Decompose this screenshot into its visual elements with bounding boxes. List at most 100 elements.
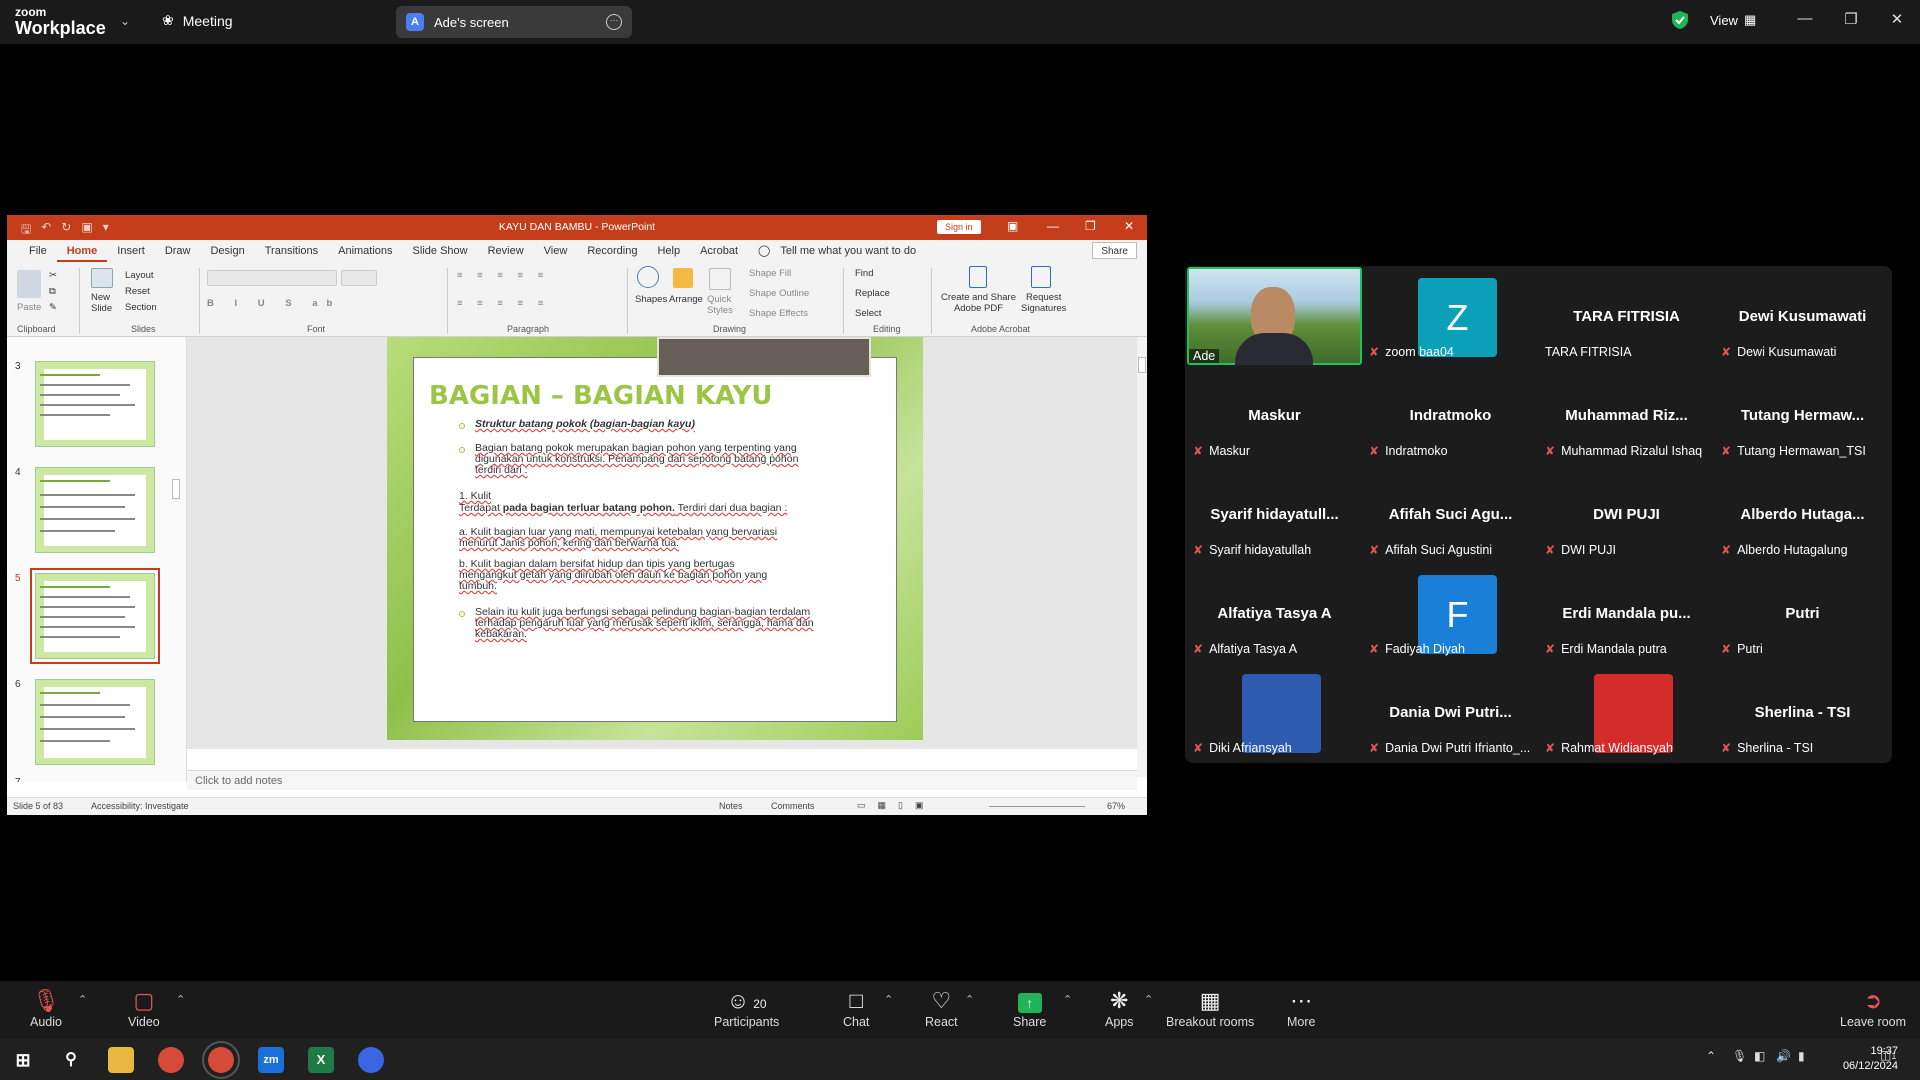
- participant-tile[interactable]: Muhammad Riz... ✘ Muhammad Rizalul Ishaq: [1539, 366, 1714, 464]
- notification-icon[interactable]: ◫1: [1880, 1048, 1896, 1062]
- share-caret-icon[interactable]: ⌃: [1063, 993, 1072, 1006]
- tab-design[interactable]: Design: [200, 240, 254, 262]
- chat-button[interactable]: □ Chat: [843, 987, 869, 1029]
- participant-tile[interactable]: ✘ Rahmat Widiansyah: [1539, 663, 1714, 761]
- chrome-icon[interactable]: [158, 1047, 184, 1073]
- zoom-app-icon[interactable]: zm: [258, 1047, 284, 1073]
- audio-caret-icon[interactable]: ⌃: [78, 993, 87, 1006]
- slide-thumbnail[interactable]: [35, 679, 155, 765]
- participant-tile[interactable]: Alfatiya Tasya A ✘ Alfatiya Tasya A: [1187, 564, 1362, 662]
- font-name-box[interactable]: [207, 270, 337, 286]
- participant-tile[interactable]: Erdi Mandala pu... ✘ Erdi Mandala putra: [1539, 564, 1714, 662]
- tab-help[interactable]: Help: [647, 240, 690, 262]
- participant-tile[interactable]: Putri ✘ Putri: [1715, 564, 1890, 662]
- paste-label[interactable]: Paste: [17, 302, 41, 313]
- tray-chevron-icon[interactable]: ⌃: [1706, 1049, 1716, 1063]
- participant-tile[interactable]: Afifah Suci Agu... ✘ Afifah Suci Agustini: [1363, 465, 1538, 563]
- search-icon[interactable]: ⚲: [58, 1047, 84, 1073]
- tab-transitions[interactable]: Transitions: [255, 240, 328, 262]
- create-share-pdf-button[interactable]: Create and Share Adobe PDF: [941, 292, 1016, 314]
- slide-thumbnail-selected[interactable]: [30, 568, 160, 664]
- audio-button[interactable]: 🎙 Audio: [30, 987, 62, 1029]
- ppt-close-icon[interactable]: ✕: [1124, 219, 1134, 233]
- chat-caret-icon[interactable]: ⌃: [884, 993, 893, 1006]
- new-slide-button[interactable]: New Slide: [91, 292, 112, 314]
- participants-button[interactable]: ☺ 20 Participants: [714, 987, 779, 1029]
- zoom-slider[interactable]: [989, 806, 1085, 807]
- font-format-icons[interactable]: B I U S ab: [207, 298, 341, 309]
- zoom-logo[interactable]: zoom Workplace: [15, 6, 106, 37]
- more-options-icon[interactable]: ⋯: [606, 14, 622, 30]
- new-slide-icon[interactable]: [91, 268, 113, 288]
- select-button[interactable]: Select: [855, 308, 881, 319]
- shapes-button[interactable]: Shapes: [635, 294, 667, 305]
- slide-scrollbar[interactable]: [1137, 337, 1147, 777]
- tab-view[interactable]: View: [534, 240, 578, 262]
- participant-tile[interactable]: Sherlina - TSI ✘ Sherlina - TSI: [1715, 663, 1890, 761]
- participant-tile[interactable]: DWI PUJI ✘ DWI PUJI: [1539, 465, 1714, 563]
- participant-tile[interactable]: TARA FITRISIA TARA FITRISIA: [1539, 267, 1714, 365]
- sign-in-button[interactable]: Sign in: [937, 220, 981, 234]
- react-caret-icon[interactable]: ⌃: [965, 993, 974, 1006]
- video-button[interactable]: ▢ Video: [128, 987, 160, 1029]
- current-slide[interactable]: BAGIAN – BAGIAN KAYU Struktur batang pok…: [387, 337, 923, 740]
- thumbnail-scrollbar[interactable]: [171, 465, 181, 782]
- participant-tile[interactable]: Ade: [1187, 267, 1362, 365]
- comments-button[interactable]: Comments: [771, 801, 815, 811]
- tab-recording[interactable]: Recording: [577, 240, 647, 262]
- tab-file[interactable]: File: [19, 240, 57, 262]
- share-button[interactable]: ↑ Share: [1013, 987, 1046, 1029]
- video-caret-icon[interactable]: ⌃: [176, 993, 185, 1006]
- paste-icon[interactable]: [17, 270, 41, 298]
- apps-caret-icon[interactable]: ⌃: [1144, 993, 1153, 1006]
- zoom-percent[interactable]: 67%: [1107, 801, 1125, 811]
- quick-styles-icon[interactable]: [709, 268, 731, 290]
- tab-acrobat[interactable]: Acrobat: [690, 240, 748, 262]
- participant-tile[interactable]: ✘ Diki Afriansyah: [1187, 663, 1362, 761]
- view-mode-icons[interactable]: ▭▦▯▣: [857, 800, 935, 811]
- restore-icon[interactable]: ❐: [1836, 10, 1866, 28]
- tab-review[interactable]: Review: [478, 240, 534, 262]
- chrome-active-icon[interactable]: [202, 1041, 240, 1079]
- participant-tile[interactable]: Z ✘ zoom baa04: [1363, 267, 1538, 365]
- ppt-share-button[interactable]: Share: [1092, 242, 1137, 259]
- participant-tile[interactable]: F ✘ Fadiyah Diyah: [1363, 564, 1538, 662]
- tab-animations[interactable]: Animations: [328, 240, 402, 262]
- shapes-icon[interactable]: [637, 266, 659, 288]
- react-button[interactable]: ♡ React: [925, 987, 958, 1029]
- slide-thumbnail[interactable]: [35, 361, 155, 447]
- cut-icon[interactable]: ✂: [49, 270, 57, 281]
- signature-icon[interactable]: [1031, 266, 1051, 288]
- shape-outline-button[interactable]: Shape Outline: [749, 288, 809, 299]
- security-shield-icon[interactable]: [1672, 11, 1688, 29]
- accessibility-status[interactable]: Accessibility: Investigate: [91, 801, 189, 811]
- app-icon[interactable]: [358, 1047, 384, 1073]
- layout-button[interactable]: Layout: [125, 270, 154, 281]
- ppt-minimize-icon[interactable]: —: [1047, 219, 1059, 233]
- mic-tray-icon[interactable]: 🎙: [1732, 1049, 1747, 1063]
- breakout-rooms-button[interactable]: ▦ Breakout rooms: [1166, 987, 1254, 1029]
- screen-share-pill[interactable]: A Ade's screen ⋯: [396, 6, 632, 38]
- participant-tile[interactable]: Maskur ✘ Maskur: [1187, 366, 1362, 464]
- excel-icon[interactable]: X: [308, 1047, 334, 1073]
- section-button[interactable]: Section: [125, 302, 157, 313]
- close-icon[interactable]: ✕: [1882, 10, 1912, 28]
- notes-pane[interactable]: Click to add notes: [187, 770, 1137, 790]
- tab-slide-show[interactable]: Slide Show: [403, 240, 478, 262]
- ppt-restore-icon[interactable]: ❐: [1085, 219, 1096, 233]
- tab-insert[interactable]: Insert: [107, 240, 155, 262]
- participant-tile[interactable]: Alberdo Hutaga... ✘ Alberdo Hutagalung: [1715, 465, 1890, 563]
- participant-tile[interactable]: Tutang Hermaw... ✘ Tutang Hermawan_TSI: [1715, 366, 1890, 464]
- reset-button[interactable]: Reset: [125, 286, 150, 297]
- find-button[interactable]: Find: [855, 268, 873, 279]
- notes-button[interactable]: Notes: [719, 801, 743, 811]
- copy-icon[interactable]: ⧉: [49, 286, 56, 297]
- quick-styles-button[interactable]: Quick Styles: [707, 294, 733, 316]
- align-icons[interactable]: ≡ ≡ ≡ ≡ ≡: [457, 298, 549, 309]
- adobe-pdf-icon[interactable]: [969, 266, 987, 288]
- view-button[interactable]: View ▦: [1710, 12, 1756, 28]
- font-size-box[interactable]: [341, 270, 377, 286]
- leave-room-button[interactable]: ➲ Leave room: [1840, 987, 1906, 1029]
- tab-home[interactable]: Home: [56, 240, 108, 262]
- tell-me-box[interactable]: Tell me what you want to do: [780, 240, 926, 262]
